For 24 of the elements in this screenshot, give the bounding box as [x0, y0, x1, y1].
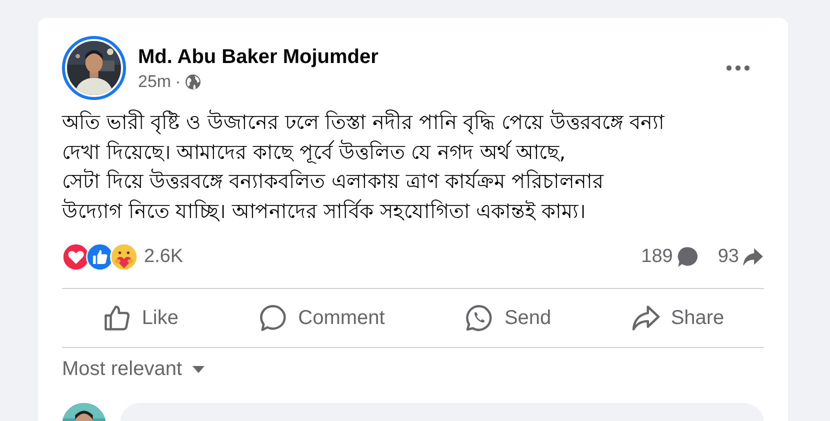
share-button[interactable]: Share [616, 299, 738, 337]
comment-count[interactable]: 189 [641, 246, 673, 268]
like-button[interactable]: Like [88, 299, 193, 337]
post-time[interactable]: 25m [138, 72, 172, 92]
heart-reaction-icon[interactable] [62, 243, 90, 271]
send-button[interactable]: Send [450, 299, 566, 337]
separator-dot: · [175, 72, 181, 92]
thumbs-up-reaction-icon[interactable] [86, 243, 114, 271]
thumbs-up-icon [102, 303, 132, 333]
reaction-count[interactable]: 2.6K [144, 246, 184, 268]
post-text: অতি ভারী বৃষ্টি ও উজানের ঢলে তিস্তা নদীর পানি বৃদ্ধি পেয়ে উত্তরবঙ্গে বন্যা দেখা দিয়েছে। আমাদের কাছে পূর্বে উত্তলিত যে নগদ অর্থ আছে, সেটা দিয়ে উত্তরবঙ্গে বন্যাকবলিত এলাকায় ত্রাণ কার্যক্রম পরিচালনার উদ্যোগ নিতে যাচ্ছি। আপনাদের সার্বিক সহযোগিতা একান্তই কাম্য। [62, 108, 666, 224]
speech-bubble-icon [258, 303, 288, 333]
share-count[interactable]: 93 [718, 246, 739, 268]
comment-sort-dropdown[interactable]: Most relevant [62, 358, 206, 381]
more-options-icon[interactable] [726, 65, 750, 71]
share-arrow-icon [742, 246, 764, 268]
caret-icon [192, 366, 206, 373]
author-name[interactable]: Md. Abu Baker Mojumder [138, 44, 726, 70]
comment-button[interactable]: Comment [244, 299, 399, 337]
hugging-face-reaction-icon[interactable] [110, 243, 138, 271]
share-arrow-icon [630, 303, 661, 333]
comment-bubble-icon [676, 246, 698, 268]
phone-bubble-icon [464, 303, 494, 333]
globe-icon[interactable] [184, 74, 201, 90]
